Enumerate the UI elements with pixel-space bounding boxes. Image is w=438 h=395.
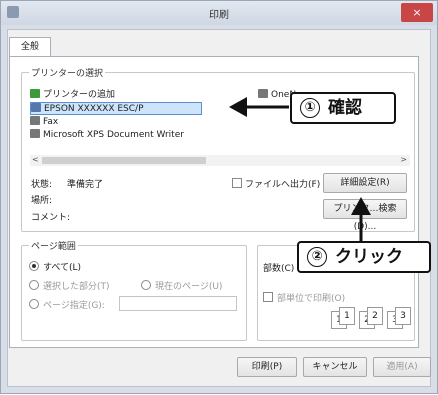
confirm-arrow-head bbox=[229, 97, 247, 117]
callout-text: クリック bbox=[335, 247, 403, 267]
annotation-arrows bbox=[229, 97, 371, 241]
callout-number: ① bbox=[300, 98, 320, 118]
callout-text: 確認 bbox=[328, 98, 362, 118]
click-arrow-head bbox=[351, 197, 371, 215]
callout-number: ② bbox=[307, 247, 327, 267]
print-dialog: 印刷 × 全般 プリンターの選択 プリンターの追加 EPSON XXXXXX E… bbox=[0, 0, 438, 394]
callout-confirm: ① 確認 bbox=[290, 92, 396, 124]
callout-click: ② クリック bbox=[297, 241, 431, 273]
